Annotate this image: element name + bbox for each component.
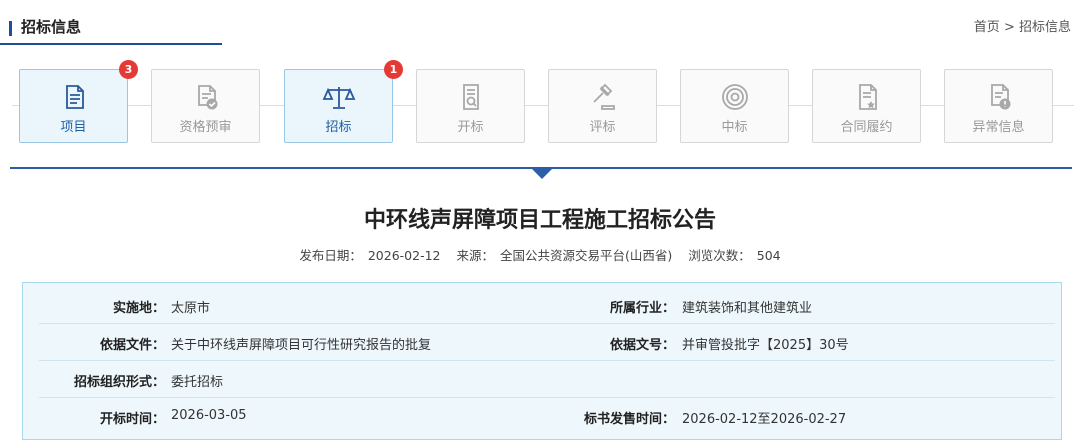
organization-form-value: 委托招标 bbox=[171, 375, 224, 390]
step-label: 异常信息 bbox=[972, 120, 1025, 135]
alert-document-icon bbox=[945, 82, 1052, 112]
article-title: 中环线声屏障项目工程施工招标公告 bbox=[363, 208, 716, 233]
sale-period-label: 标书发售时间： bbox=[583, 412, 675, 427]
table-row: 实施地： 太原市 所属行业： 建筑装饰和其他建筑业 bbox=[39, 287, 1055, 324]
certified-document-icon bbox=[152, 82, 259, 112]
sale-period-value: 2026-02-12至2026-02-27 bbox=[682, 412, 847, 427]
step-tender[interactable]: 招标 1 bbox=[284, 60, 403, 143]
source-value: 全国公共资源交易平台(山西省) bbox=[500, 248, 673, 263]
step-bid-opening[interactable]: 开标 bbox=[416, 69, 525, 143]
step-label: 中标 bbox=[721, 120, 748, 135]
count-badge: 1 bbox=[384, 60, 403, 79]
opening-time-label: 开标时间： bbox=[99, 412, 165, 427]
target-icon bbox=[681, 82, 788, 112]
organization-form-label: 招标组织形式： bbox=[73, 375, 165, 390]
project-info-table: 实施地： 太原市 所属行业： 建筑装饰和其他建筑业 依据文件： 关于中环线声屏障… bbox=[22, 282, 1062, 440]
step-contract[interactable]: 合同履约 bbox=[812, 69, 921, 143]
table-row: 招标组织形式： 委托招标 bbox=[39, 361, 1055, 398]
breadcrumb: 首页 > 招标信息 bbox=[974, 18, 1071, 38]
source-label: 来源： bbox=[456, 248, 495, 263]
title-accent-bar bbox=[9, 21, 12, 36]
step-label: 开标 bbox=[457, 120, 484, 135]
gavel-icon bbox=[549, 82, 656, 112]
pointer-arrow-icon bbox=[532, 169, 552, 179]
count-badge: 3 bbox=[119, 60, 138, 79]
document-number-value: 并审管投批字【2025】30号 bbox=[682, 338, 849, 353]
location-value: 太原市 bbox=[171, 301, 211, 316]
step-project[interactable]: 项目 3 bbox=[19, 60, 138, 143]
industry-value: 建筑装饰和其他建筑业 bbox=[682, 301, 813, 316]
table-row: 开标时间： 2026-03-05 标书发售时间： 2026-02-12至2026… bbox=[39, 398, 1055, 434]
step-exceptions[interactable]: 异常信息 bbox=[944, 69, 1053, 143]
industry-label: 所属行业： bbox=[609, 301, 675, 316]
opening-time-value: 2026-03-05 bbox=[171, 408, 247, 423]
step-award[interactable]: 中标 bbox=[680, 69, 789, 143]
step-label: 项目 bbox=[60, 120, 87, 135]
article-meta: 发布日期： 2026-02-12 来源： 全国公共资源交易平台(山西省) 浏览次数：… bbox=[0, 245, 1080, 264]
scales-icon bbox=[285, 82, 392, 112]
step-label: 合同履约 bbox=[840, 120, 893, 135]
page-title: 招标信息 bbox=[21, 18, 82, 36]
step-evaluation[interactable]: 评标 bbox=[548, 69, 657, 143]
location-label: 实施地： bbox=[112, 301, 165, 316]
step-prequalification[interactable]: 资格预审 bbox=[151, 69, 260, 143]
breadcrumb-separator: > bbox=[1003, 20, 1015, 35]
breadcrumb-home-link[interactable]: 首页 bbox=[974, 20, 1000, 35]
publish-date: 2026-02-12 bbox=[367, 248, 441, 263]
contract-icon bbox=[813, 82, 920, 112]
basis-document-label: 依据文件： bbox=[99, 338, 165, 353]
table-row: 依据文件： 关于中环线声屏障项目可行性研究报告的批复 依据文号： 并审管投批字【… bbox=[39, 324, 1055, 361]
step-label: 招标 bbox=[325, 120, 352, 135]
step-label: 资格预审 bbox=[179, 120, 232, 135]
document-icon bbox=[20, 82, 127, 112]
views-count: 504 bbox=[756, 248, 781, 263]
open-document-icon bbox=[417, 82, 524, 112]
document-number-label: 依据文号： bbox=[609, 338, 675, 353]
basis-document-value: 关于中环线声屏障项目可行性研究报告的批复 bbox=[171, 338, 432, 353]
views-label: 浏览次数： bbox=[688, 248, 751, 263]
title-underline bbox=[0, 43, 222, 45]
breadcrumb-current[interactable]: 招标信息 bbox=[1019, 20, 1071, 35]
step-label: 评标 bbox=[589, 120, 616, 135]
publish-label: 发布日期： bbox=[299, 248, 362, 263]
section-header: 招标信息 首页 > 招标信息 bbox=[0, 0, 1080, 46]
